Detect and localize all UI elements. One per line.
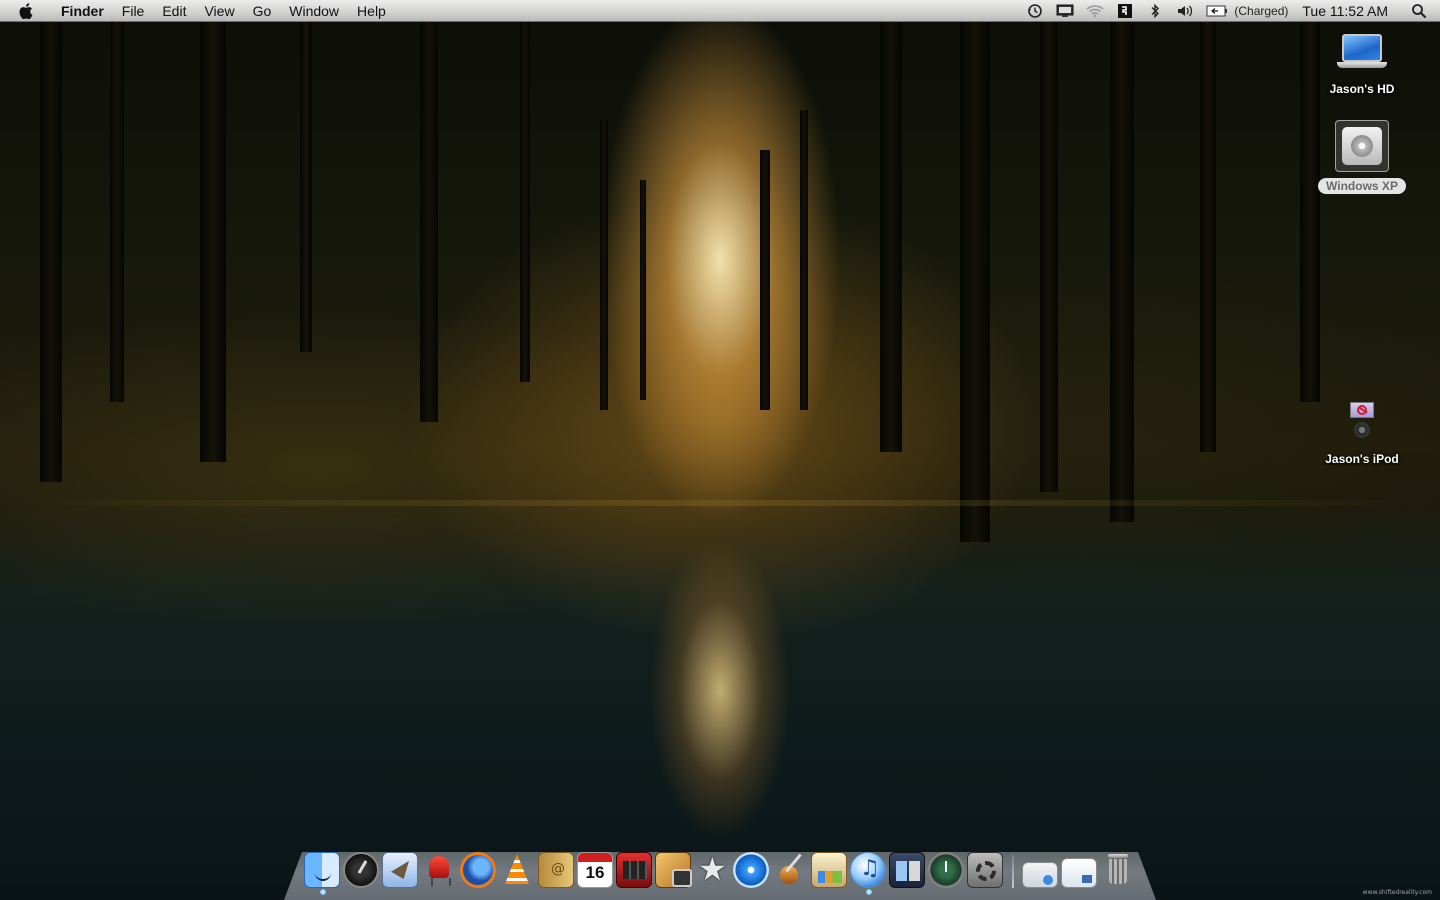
time-machine-icon[interactable]	[1026, 3, 1044, 19]
dock-spaces-icon[interactable]	[889, 852, 925, 888]
dock-address-book-icon[interactable]	[538, 852, 574, 888]
menubar-clock[interactable]: Tue 11:52 AM	[1302, 3, 1388, 19]
dock-documents-stack-icon[interactable]	[1061, 858, 1097, 888]
desktop-icon-label: Jason's iPod	[1325, 452, 1399, 466]
dock-iweb-icon[interactable]	[811, 852, 847, 888]
laptop-hd-icon	[1307, 34, 1417, 68]
dock-ical-icon[interactable]: 16	[577, 852, 613, 888]
wallpaper-credit: www.shiftedreality.com	[1362, 889, 1432, 896]
desktop-icon-jasons-ipod[interactable]: Jason's iPod	[1307, 402, 1417, 468]
hard-drive-icon	[1335, 120, 1389, 172]
dock-vlc-icon[interactable]	[499, 852, 535, 888]
dock-downloads-stack-icon[interactable]	[1022, 862, 1058, 888]
volume-icon[interactable]	[1176, 3, 1194, 19]
desktop-icon-windows-xp[interactable]: Windows XP	[1307, 120, 1417, 195]
dock-idvd-icon[interactable]	[733, 852, 769, 888]
running-indicator	[866, 889, 872, 895]
menu-bar: Finder File Edit View Go Window Help (Ch…	[0, 0, 1440, 22]
dock-separator	[1012, 854, 1014, 888]
dock-garageband-icon[interactable]	[772, 852, 808, 888]
running-indicator	[320, 889, 326, 895]
dock-photo-booth-icon[interactable]	[616, 852, 652, 888]
menu-help[interactable]: Help	[348, 0, 395, 22]
dock-chair-app-icon[interactable]	[421, 852, 457, 888]
ical-day: 16	[585, 863, 605, 882]
battery-icon[interactable]	[1206, 3, 1228, 19]
menu-edit[interactable]: Edit	[153, 0, 195, 22]
dock-itunes-icon[interactable]	[850, 852, 886, 895]
dock-finder-icon[interactable]	[304, 852, 340, 895]
wifi-icon[interactable]	[1086, 3, 1104, 19]
dock: 16	[304, 848, 1139, 895]
menu-window[interactable]: Window	[280, 0, 348, 22]
battery-status-text[interactable]: (Charged)	[1234, 4, 1288, 18]
desktop-icon-jasons-hd[interactable]: Jason's HD	[1307, 34, 1417, 98]
dock-time-machine-icon[interactable]	[928, 852, 964, 888]
spotlight-icon[interactable]	[1410, 3, 1428, 19]
dock-dashboard-icon[interactable]	[343, 852, 379, 888]
desktop-wallpaper: www.shiftedreality.com	[0, 0, 1440, 900]
menu-app-name[interactable]: Finder	[52, 0, 113, 22]
bluetooth-icon[interactable]	[1146, 3, 1164, 19]
menu-go[interactable]: Go	[244, 0, 281, 22]
dock-imovie-icon[interactable]	[694, 850, 730, 888]
dock-system-preferences-icon[interactable]	[967, 852, 1003, 888]
ipod-icon	[1307, 402, 1417, 438]
input-menu-icon[interactable]	[1116, 3, 1134, 19]
dock-trash-icon[interactable]	[1100, 852, 1136, 888]
dock-firefox-icon[interactable]	[460, 852, 496, 888]
menu-file[interactable]: File	[113, 0, 154, 22]
menu-view[interactable]: View	[195, 0, 243, 22]
dock-mail-icon[interactable]	[382, 852, 418, 888]
dock-iphoto-icon[interactable]	[655, 852, 692, 888]
desktop-icon-label: Windows XP	[1318, 178, 1406, 194]
apple-menu-icon[interactable]	[18, 2, 38, 20]
display-icon[interactable]	[1056, 3, 1074, 19]
desktop-icon-label: Jason's HD	[1329, 82, 1395, 96]
